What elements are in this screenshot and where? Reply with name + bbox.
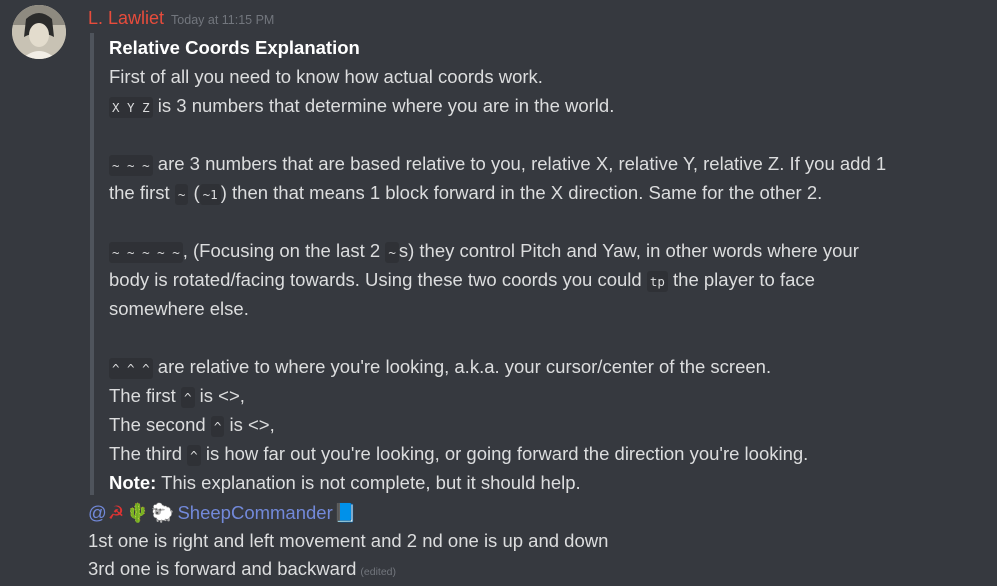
embed-text: The first [109,385,181,406]
message-text: 3rd one is forward and backward [88,558,357,579]
embed-text: ( [188,182,200,203]
embed-line: ~ ~ ~ are 3 numbers that are based relat… [109,149,974,178]
inline-code: ^ [180,387,195,408]
note-label: Note: [109,472,157,493]
embed-body: Relative Coords Explanation First of all… [109,33,974,497]
message-header: L. Lawliet Today at 11:15 PM [88,8,274,29]
embed-title: Relative Coords Explanation [109,37,360,58]
embed-text: are 3 numbers that are based relative to… [152,153,887,174]
embed-text: are relative to where you're looking, a.… [152,356,772,377]
inline-code: ^ [210,416,225,437]
inline-code: X Y Z [109,97,153,118]
inline-code: ~ [385,242,399,263]
inline-code: ^ ^ ^ [109,358,153,379]
embed-line: ^ ^ ^ are relative to where you're looki… [109,352,974,381]
embed-text: the first [109,182,175,203]
embed-text: The second [109,414,211,435]
timestamp: Today at 11:15 PM [171,13,275,27]
embed-text: the player to face [667,269,815,290]
embed-text: is <>, [194,385,245,406]
username[interactable]: L. Lawliet [88,8,164,29]
embed: Relative Coords Explanation First of all… [90,33,974,495]
embed-line: ~ ~ ~ ~ ~, (Focusing on the last 2 ~ s) t… [109,236,974,265]
mention-at: @ [88,502,107,523]
inline-code: tp [646,271,668,292]
sheep-icon: 🐑 [151,502,175,523]
avatar-image [12,5,66,59]
mention-name: SheepCommander [177,502,333,523]
blue-book-icon: 📘 [333,502,357,523]
user-mention[interactable]: @ ☭ 🌵 🐑 SheepCommander 📘 [88,499,358,526]
embed-text: ) then that means 1 block forward in the… [220,182,823,203]
embed-line: The first ^ is <>, [109,381,974,410]
cactus-icon: 🌵 [126,502,150,523]
note-text: This explanation is not complete, but it… [156,472,581,493]
inline-code: ~ ~ ~ ~ ~ [109,242,183,263]
embed-line: X Y Z is 3 numbers that determine where … [109,91,974,120]
embed-text: s) they control Pitch and Yaw, in other … [398,240,859,261]
embed-text: , (Focusing on the last 2 [182,240,386,261]
embed-line: somewhere else. [109,298,249,319]
embed-line: the first ~ (~1) then that means 1 block… [109,178,974,207]
avatar[interactable] [12,5,66,59]
embed-text: body is rotated/facing towards. Using th… [109,269,647,290]
embed-text: is how far out you're looking, or going … [200,443,809,464]
embed-text: is <>, [224,414,275,435]
inline-code: ^ [187,445,201,466]
embed-text: The third [109,443,188,464]
message-line: 3rd one is forward and backward (edited) [88,555,396,582]
embed-text: is 3 numbers that determine where you ar… [152,95,615,116]
embed-line: body is rotated/facing towards. Using th… [109,265,974,294]
embed-line: The second ^ is <>, [109,410,974,439]
hammer-sickle-icon: ☭ [107,502,125,523]
embed-note: Note: This explanation is not complete, … [109,468,974,497]
inline-code: ~ [174,184,189,205]
embed-line: First of all you need to know how actual… [109,66,543,87]
inline-code: ~ ~ ~ [109,155,153,176]
embed-line: The third ^ is how far out you're lookin… [109,439,974,468]
edited-label: (edited) [360,566,397,578]
inline-code: ~1 [199,184,221,205]
message-line: 1st one is right and left movement and 2… [88,530,609,551]
